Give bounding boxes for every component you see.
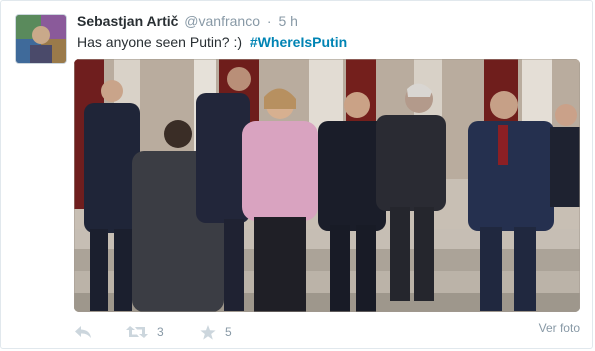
avatar[interactable] — [15, 14, 67, 64]
favorite-count: 5 — [225, 325, 232, 339]
tweet-actions: 3 5 Ver foto — [74, 321, 580, 343]
tweet-header: Sebastjan Artič @vanfranco · 5 h — [77, 13, 298, 30]
tweet-timestamp[interactable]: 5 h — [278, 13, 297, 29]
author-name[interactable]: Sebastjan Artič — [77, 13, 178, 29]
tweet-body: Has anyone seen Putin? :) — [77, 34, 242, 50]
avatar-image — [16, 15, 66, 63]
tweet-card[interactable]: Sebastjan Artič @vanfranco · 5 h Has any… — [0, 0, 593, 349]
view-photo-link[interactable]: Ver foto — [539, 321, 580, 335]
retweet-icon — [126, 326, 148, 338]
separator-dot: · — [266, 13, 272, 29]
tweet-text: Has anyone seen Putin? :) #WhereIsPutin — [77, 33, 347, 51]
favorite-button[interactable]: 5 — [200, 321, 232, 343]
photo-of-people-looking-down-icon — [74, 59, 580, 312]
reply-icon — [75, 326, 91, 338]
reply-button[interactable] — [74, 321, 92, 343]
star-icon — [200, 324, 216, 340]
hashtag-link[interactable]: #WhereIsPutin — [250, 34, 347, 50]
author-handle[interactable]: @vanfranco — [184, 13, 260, 29]
retweet-count: 3 — [157, 325, 164, 339]
retweet-button[interactable]: 3 — [126, 321, 164, 343]
tweet-photo[interactable] — [74, 59, 580, 312]
